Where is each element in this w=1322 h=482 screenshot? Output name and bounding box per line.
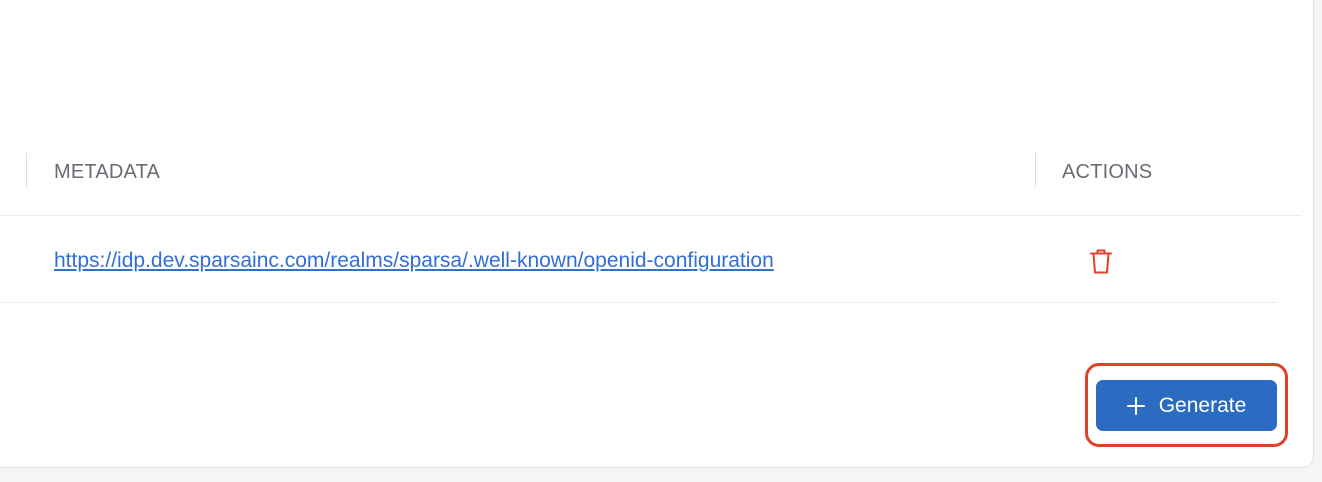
column-divider (26, 153, 27, 187)
metadata-column-header: METADATA (54, 161, 161, 183)
trash-icon (1090, 249, 1112, 273)
generate-button[interactable]: Generate (1096, 380, 1277, 431)
actions-column-header: ACTIONS (1062, 161, 1153, 183)
delete-button[interactable] (1087, 246, 1115, 276)
generate-button-label: Generate (1158, 393, 1247, 417)
table-row: https://idp.dev.sparsainc.com/realms/spa… (0, 216, 1277, 303)
metadata-url-link[interactable]: https://idp.dev.sparsainc.com/realms/spa… (54, 249, 774, 273)
column-divider (1035, 153, 1036, 187)
table-header: METADATA ACTIONS (0, 140, 1302, 216)
plus-icon (1126, 396, 1145, 415)
